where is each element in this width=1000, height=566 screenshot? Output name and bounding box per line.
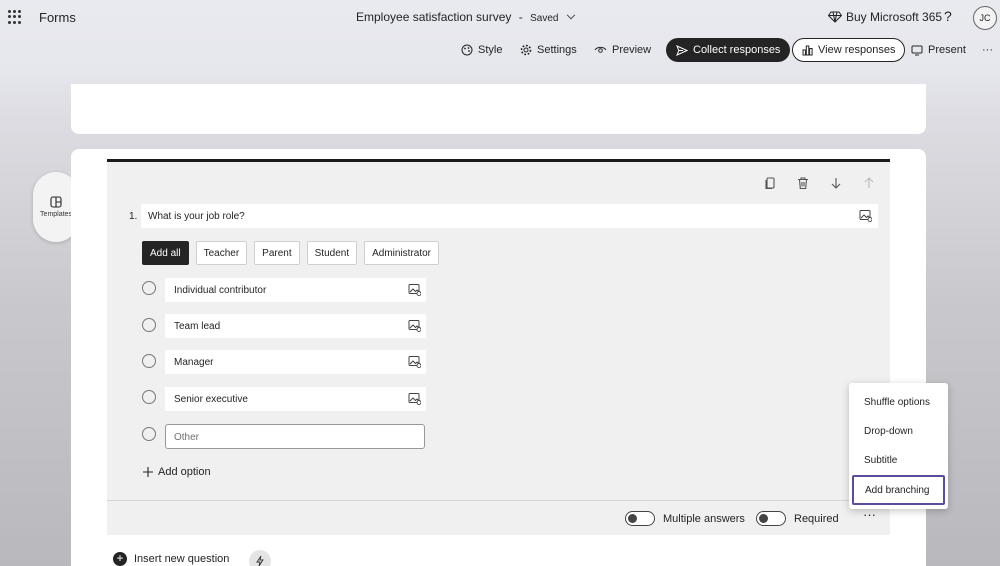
option-text: Individual contributor	[174, 285, 267, 296]
form-header-card[interactable]	[71, 84, 926, 134]
more-options-button[interactable]: ···	[982, 44, 993, 56]
add-all-suggestions-button[interactable]: Add all	[142, 241, 189, 265]
ai-suggest-button[interactable]	[249, 550, 271, 566]
question-options-menu: Shuffle options Drop-down Subtitle Add b…	[849, 383, 948, 509]
palette-icon	[461, 44, 473, 56]
question-title-input[interactable]: What is your job role?	[141, 204, 878, 228]
view-responses-label: View responses	[818, 44, 896, 56]
insert-media-icon[interactable]	[408, 355, 421, 368]
save-status: Saved	[530, 13, 559, 24]
add-option-button[interactable]: Add option	[142, 466, 211, 478]
option-radio[interactable]	[142, 390, 156, 404]
required-label: Required	[794, 512, 839, 525]
insert-media-icon[interactable]	[859, 209, 872, 222]
option-text: Senior executive	[174, 394, 248, 405]
preview-label: Preview	[612, 44, 652, 56]
other-option-input[interactable]: Other	[165, 424, 425, 449]
buy-label: Buy Microsoft 365	[846, 10, 943, 24]
templates-label: Templates	[40, 211, 72, 218]
view-responses-button[interactable]: View responses	[792, 38, 906, 62]
required-control: Required	[756, 511, 839, 526]
document-title[interactable]: Employee satisfaction survey	[356, 10, 511, 24]
copy-icon[interactable]	[763, 176, 777, 190]
style-button[interactable]: Style	[461, 38, 502, 62]
option-input[interactable]: Individual contributor	[165, 278, 426, 302]
app-name[interactable]: Forms	[39, 10, 76, 25]
multiple-answers-label: Multiple answers	[663, 512, 745, 525]
avatar[interactable]: JC	[973, 6, 997, 30]
plus-circle-icon: +	[113, 552, 127, 566]
move-down-icon[interactable]	[829, 176, 843, 190]
help-button[interactable]: ?	[944, 8, 952, 24]
suggestion-chip[interactable]: Administrator	[364, 241, 440, 265]
preview-button[interactable]: Preview	[594, 38, 651, 62]
required-toggle[interactable]	[756, 511, 786, 526]
menu-item-subtitle[interactable]: Subtitle	[864, 455, 897, 466]
option-text: Manager	[174, 357, 214, 368]
suggested-options: Add all Teacher Parent Student Administr…	[142, 241, 440, 265]
menu-item-add-branching[interactable]: Add branching	[852, 475, 945, 505]
option-input[interactable]: Manager	[165, 350, 426, 374]
question-card[interactable]: 1. What is your job role? Add all Teache…	[107, 159, 890, 535]
insert-media-icon[interactable]	[408, 283, 421, 296]
suggestion-chip[interactable]: Student	[306, 241, 358, 265]
style-label: Style	[478, 44, 503, 56]
option-text: Team lead	[174, 321, 221, 332]
collect-responses-label: Collect responses	[693, 44, 781, 56]
insert-media-icon[interactable]	[408, 319, 421, 332]
multiple-answers-toggle[interactable]	[625, 511, 655, 526]
gear-icon	[520, 44, 532, 56]
question-title: What is your job role?	[148, 211, 245, 222]
buy-microsoft-365-button[interactable]: Buy Microsoft 365	[828, 10, 942, 24]
chevron-down-icon[interactable]	[566, 10, 576, 20]
insert-new-question-label: Insert new question	[134, 553, 230, 565]
document-title-area[interactable]: Employee satisfaction survey - Saved	[356, 10, 576, 24]
option-radio[interactable]	[142, 354, 156, 368]
present-button[interactable]: Present	[911, 38, 966, 62]
insert-media-icon[interactable]	[408, 392, 421, 405]
multiple-answers-control: Multiple answers	[625, 511, 745, 526]
menu-item-shuffle-options[interactable]: Shuffle options	[864, 397, 930, 408]
suggestion-chip[interactable]: Parent	[254, 241, 300, 265]
templates-icon	[50, 196, 62, 208]
suggestion-chip[interactable]: Teacher	[195, 241, 248, 265]
lightning-icon	[256, 555, 264, 566]
eye-icon	[594, 46, 607, 53]
add-option-label: Add option	[158, 466, 211, 478]
question-number: 1.	[129, 211, 138, 222]
menu-item-drop-down[interactable]: Drop-down	[864, 426, 913, 437]
option-input[interactable]: Senior executive	[165, 387, 426, 411]
send-icon	[676, 44, 688, 56]
title-separator: -	[518, 10, 523, 24]
insert-new-question-button[interactable]: + Insert new question	[113, 552, 229, 566]
top-bar: Forms Employee satisfaction survey - Sav…	[0, 0, 1000, 34]
option-radio[interactable]	[142, 281, 156, 295]
option-input[interactable]: Team lead	[165, 314, 426, 338]
settings-label: Settings	[537, 44, 577, 56]
diamond-icon	[828, 11, 842, 23]
app-launcher-icon[interactable]	[8, 10, 22, 24]
bar-chart-icon	[802, 45, 813, 55]
other-option-radio[interactable]	[142, 427, 156, 441]
option-radio[interactable]	[142, 318, 156, 332]
delete-icon[interactable]	[796, 176, 810, 190]
collect-responses-button[interactable]: Collect responses	[666, 38, 791, 62]
move-up-icon[interactable]	[862, 176, 876, 190]
question-toolbar	[763, 176, 876, 190]
plus-icon	[143, 467, 153, 477]
monitor-icon	[911, 45, 923, 55]
question-more-options-button[interactable]: ···	[863, 507, 876, 522]
settings-button[interactable]: Settings	[520, 38, 577, 62]
divider	[107, 500, 890, 501]
present-label: Present	[928, 44, 966, 56]
